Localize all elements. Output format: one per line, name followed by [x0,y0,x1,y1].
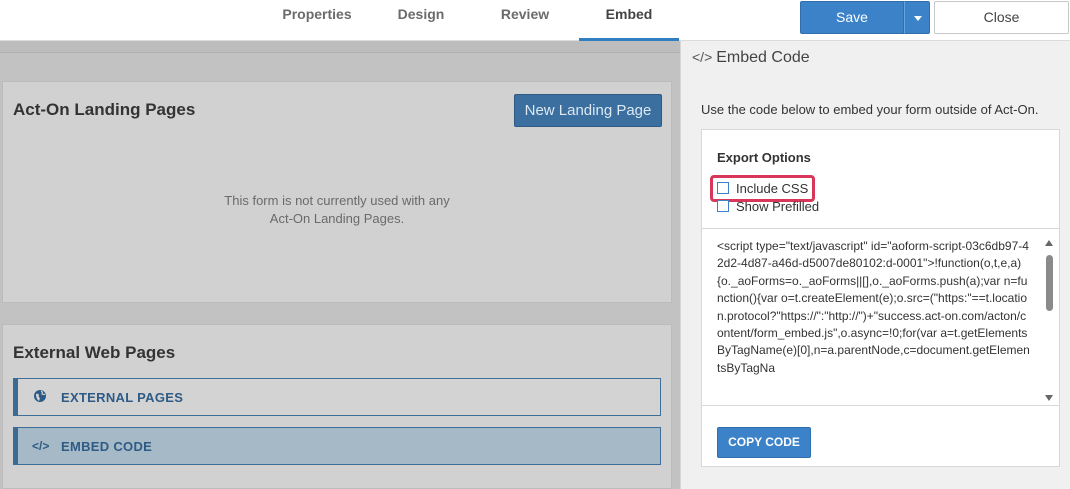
empty-message-line2: Act-On Landing Pages. [269,211,405,226]
left-header-strip [0,41,680,53]
include-css-option[interactable]: Include CSS [717,181,808,197]
external-pages-label: EXTERNAL PAGES [61,390,184,405]
embed-code-heading: Embed Code [716,49,810,66]
embed-code-panel: </> Embed Code Use the code below to embe… [680,41,1070,489]
embed-code-label: EMBED CODE [61,439,153,454]
show-prefilled-checkbox[interactable] [717,200,729,212]
save-options-dropdown[interactable] [904,1,930,34]
top-bar: Properties Design Review Embed Save Clos… [0,0,1070,41]
landing-pages-panel: Act-On Landing Pages New Landing Page Th… [2,81,672,303]
tab-embed[interactable]: Embed [579,0,679,41]
copy-code-button[interactable]: COPY CODE [717,427,811,458]
export-options-box: Export Options Include CSS Show Prefille… [701,129,1060,467]
landing-pages-title: Act-On Landing Pages [13,100,196,119]
export-options-title: Export Options [717,150,811,165]
tab-review[interactable]: Review [486,0,564,41]
embed-description: Use the code below to embed your form ou… [701,102,1039,117]
scrollbar-thumb[interactable] [1046,255,1053,311]
include-css-label: Include CSS [736,181,809,196]
save-button[interactable]: Save [800,1,904,34]
empty-message-line1: This form is not currently used with any [224,193,450,208]
close-button[interactable]: Close [934,1,1069,34]
tab-properties[interactable]: Properties [270,0,364,41]
embed-code-text: <script type="text/javascript" id="aofor… [717,239,1030,375]
external-web-pages-title: External Web Pages [13,343,176,362]
embed-code-header: </> Embed Code [692,49,810,67]
tab-design[interactable]: Design [386,0,456,41]
external-pages-item[interactable]: EXTERNAL PAGES [13,378,661,416]
external-web-pages-panel: External Web Pages EXTERNAL PAGES </> EM… [2,324,672,489]
globe-icon [32,389,48,405]
code-icon: </> [692,49,713,65]
new-landing-page-button[interactable]: New Landing Page [514,94,662,127]
embed-code-textarea[interactable]: <script type="text/javascript" id="aofor… [702,228,1059,406]
include-css-checkbox[interactable] [717,182,729,194]
scroll-down-arrow[interactable] [1045,395,1053,401]
code-icon: </> [32,439,50,453]
empty-message: This form is not currently used with any… [153,192,521,228]
show-prefilled-option[interactable]: Show Prefilled [717,199,819,215]
embed-code-item[interactable]: </> EMBED CODE [13,427,661,465]
scroll-up-arrow[interactable] [1045,240,1053,246]
show-prefilled-label: Show Prefilled [736,199,820,214]
